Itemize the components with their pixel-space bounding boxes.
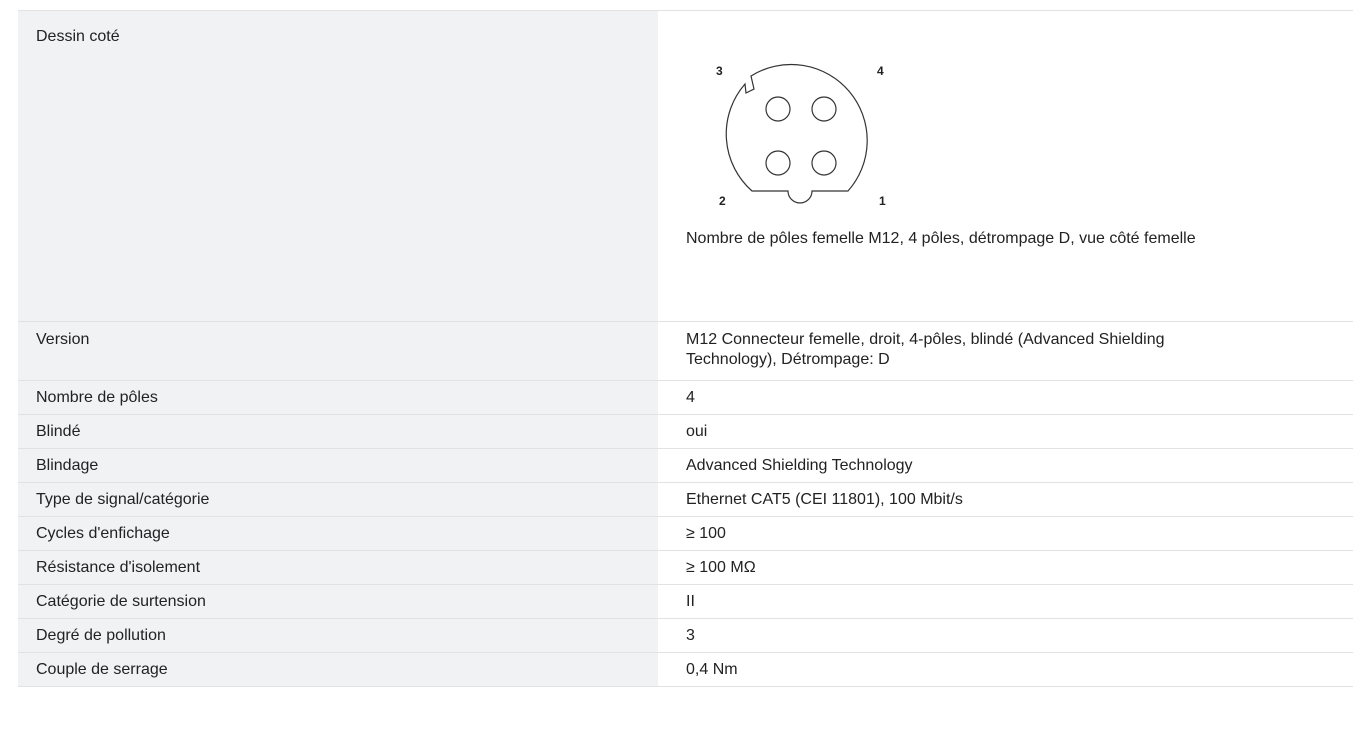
spec-label: Résistance d'isolement <box>18 551 658 584</box>
spec-row: Couple de serrage 0,4 Nm <box>18 653 1353 687</box>
pin-label: 4 <box>877 64 884 78</box>
spec-label: Blindé <box>18 415 658 448</box>
spec-label: Couple de serrage <box>18 653 658 686</box>
pin-label: 3 <box>716 64 723 78</box>
pin-socket <box>811 150 837 176</box>
connector-outline <box>725 63 868 204</box>
pin-socket <box>765 150 791 176</box>
spec-label: Nombre de pôles <box>18 381 658 414</box>
spec-row-dimensional-drawing: Dessin coté 3 4 2 1 Nombre de pôles feme… <box>18 11 1353 322</box>
spec-value: Ethernet CAT5 (CEI 11801), 100 Mbit/s <box>686 491 963 508</box>
spec-value: ≥ 100 <box>686 525 726 542</box>
spec-label: Cycles d'enfichage <box>18 517 658 550</box>
spec-label: Degré de pollution <box>18 619 658 652</box>
spec-label: Type de signal/catégorie <box>18 483 658 516</box>
spec-row: Cycles d'enfichage ≥ 100 <box>18 517 1353 551</box>
m12-connector-drawing: 3 4 2 1 <box>716 63 886 208</box>
pin-socket <box>765 96 791 122</box>
spec-row: Version M12 Connecteur femelle, droit, 4… <box>18 322 1353 381</box>
pin-label: 2 <box>719 194 726 208</box>
specifications-table: Dessin coté 3 4 2 1 Nombre de pôles feme… <box>18 10 1353 687</box>
spec-label: Version <box>18 322 658 380</box>
spec-row: Nombre de pôles 4 <box>18 381 1353 415</box>
spec-label: Blindage <box>18 449 658 482</box>
spec-row: Type de signal/catégorie Ethernet CAT5 (… <box>18 483 1353 517</box>
spec-row: Degré de pollution 3 <box>18 619 1353 653</box>
spec-row: Blindage Advanced Shielding Technology <box>18 449 1353 483</box>
pin-socket <box>811 96 837 122</box>
spec-value: 0,4 Nm <box>686 661 738 678</box>
pin-label: 1 <box>879 194 886 208</box>
spec-value: oui <box>686 423 708 440</box>
spec-row: Résistance d'isolement ≥ 100 MΩ <box>18 551 1353 585</box>
spec-row: Catégorie de surtension II <box>18 585 1353 619</box>
spec-value: II <box>686 593 695 610</box>
spec-label: Dessin coté <box>18 11 658 321</box>
spec-value: 3 4 2 1 Nombre de pôles femelle M12, 4 p… <box>658 11 1353 321</box>
spec-value: Advanced Shielding Technology <box>686 457 913 474</box>
spec-value: ≥ 100 MΩ <box>686 559 756 576</box>
spec-value: 4 <box>686 389 695 406</box>
spec-label: Catégorie de surtension <box>18 585 658 618</box>
spec-value: M12 Connecteur femelle, droit, 4-pôles, … <box>686 331 1165 368</box>
spec-row: Blindé oui <box>18 415 1353 449</box>
drawing-caption: Nombre de pôles femelle M12, 4 pôles, dé… <box>686 230 1196 247</box>
spec-value: 3 <box>686 627 695 644</box>
